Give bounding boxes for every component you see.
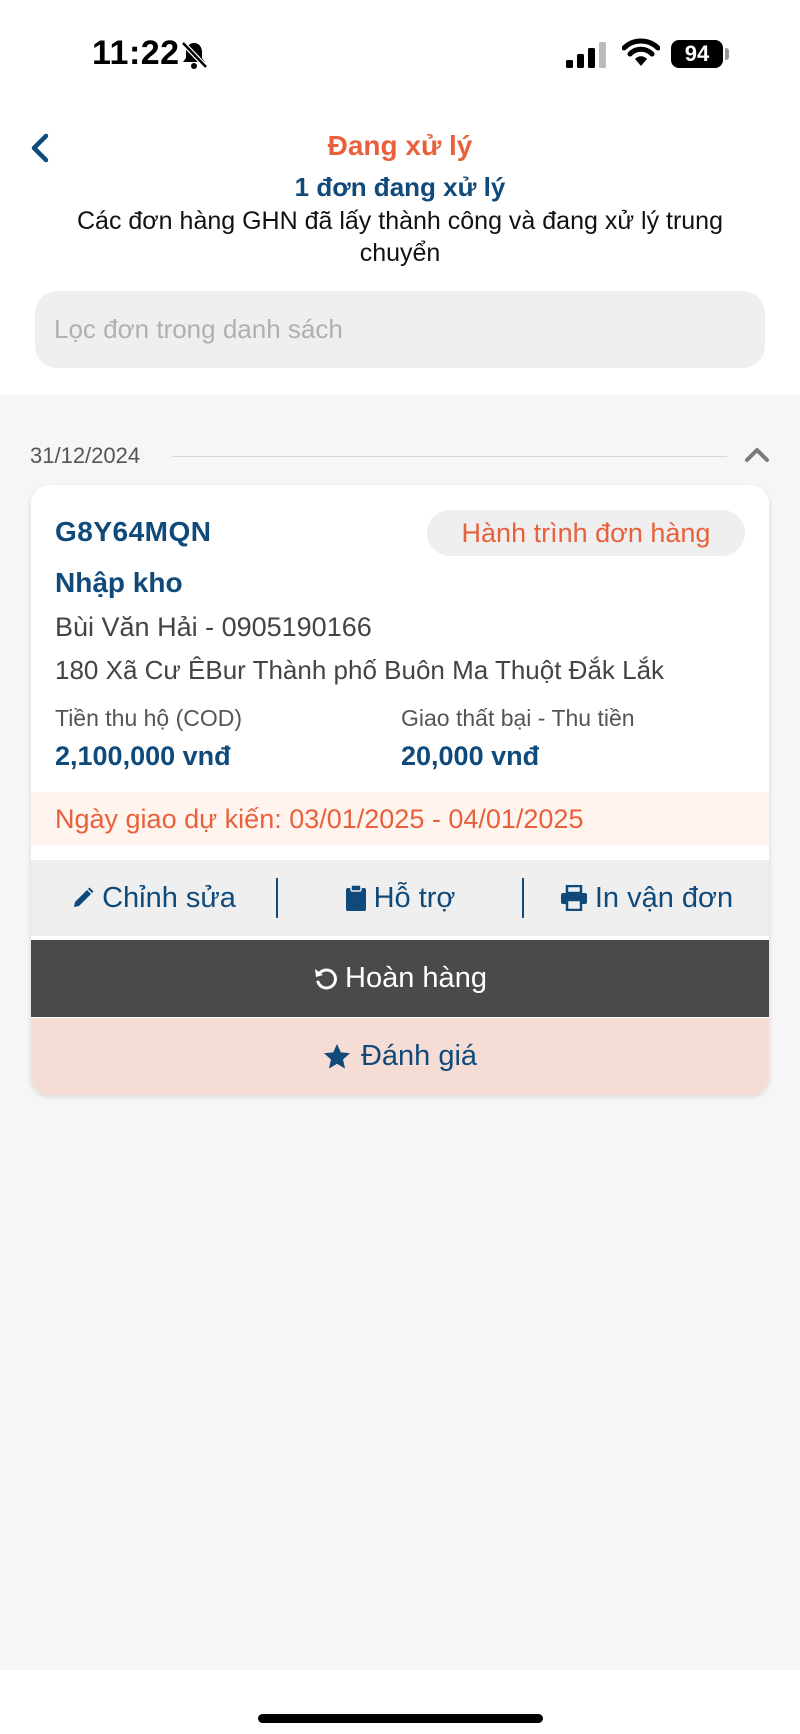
pencil-icon — [74, 887, 94, 907]
edit-label: Chỉnh sửa — [102, 881, 236, 914]
printer-icon — [560, 885, 587, 911]
print-waybill-label: In vận đơn — [594, 881, 734, 914]
chevron-up-icon[interactable] — [742, 442, 772, 468]
recipient-address: 180 Xã Cư ÊBur Thành phố Buôn Ma Thuột Đ… — [55, 655, 665, 685]
search-input[interactable] — [35, 291, 765, 368]
bell-slash-icon — [181, 41, 208, 69]
page-header: Đang xử lý 1 đơn đang xử lý Các đơn hàng… — [0, 100, 800, 395]
cod-value: 2,100,000 vnđ — [55, 741, 231, 771]
return-order-label: Hoàn hàng — [345, 962, 487, 994]
support-label: Hỗ trợ — [373, 881, 456, 914]
home-indicator[interactable] — [258, 1714, 543, 1723]
order-count: 1 đơn đang xử lý — [294, 172, 506, 202]
order-card[interactable]: G8Y64MQN Hành trình đơn hàng Nhập kho Bù… — [31, 485, 769, 1095]
rate-label: Đánh giá — [360, 1040, 478, 1072]
recipient-info: Bùi Văn Hải - 0905190166 — [55, 612, 372, 642]
edit-button[interactable]: Chỉnh sửa — [31, 860, 276, 936]
battery-cap — [725, 48, 729, 60]
print-waybill-button[interactable]: In vận đơn — [524, 860, 769, 936]
return-order-button[interactable]: Hoàn hàng — [31, 940, 769, 1017]
date-group-header: 31/12/2024 — [30, 440, 775, 472]
rate-button[interactable]: Đánh giá — [31, 1018, 769, 1095]
status-time: 11:22 — [92, 34, 180, 72]
failed-delivery-label: Giao thất bại - Thu tiền — [401, 705, 635, 731]
cod-label: Tiền thu hộ (COD) — [55, 705, 243, 731]
order-code[interactable]: G8Y64MQN — [55, 516, 212, 548]
order-journey-button[interactable]: Hành trình đơn hàng — [427, 510, 745, 556]
bottom-bar — [0, 1670, 800, 1734]
page-description: Các đơn hàng GHN đã lấy thành công và đa… — [76, 207, 723, 267]
undo-icon — [315, 968, 337, 989]
status-bar: 11:22 94 — [0, 0, 800, 100]
action-row: Chỉnh sửa Hỗ trợ In vận đơn — [31, 860, 769, 936]
wifi-icon — [622, 38, 660, 66]
page-title: Đang xử lý — [327, 130, 473, 161]
eta-banner: Ngày giao dự kiến: 03/01/2025 - 04/01/20… — [31, 792, 769, 845]
clipboard-icon — [345, 884, 366, 911]
eta-text: Ngày giao dự kiến: 03/01/2025 - 04/01/20… — [55, 804, 584, 834]
failed-delivery-value: 20,000 vnđ — [401, 741, 540, 771]
order-status: Nhập kho — [55, 567, 183, 598]
support-button[interactable]: Hỗ trợ — [278, 860, 522, 936]
star-icon — [323, 1044, 350, 1069]
battery-icon: 94 — [671, 40, 723, 68]
divider — [172, 456, 727, 457]
signal-icon — [566, 42, 606, 68]
date-label: 31/12/2024 — [30, 443, 141, 468]
